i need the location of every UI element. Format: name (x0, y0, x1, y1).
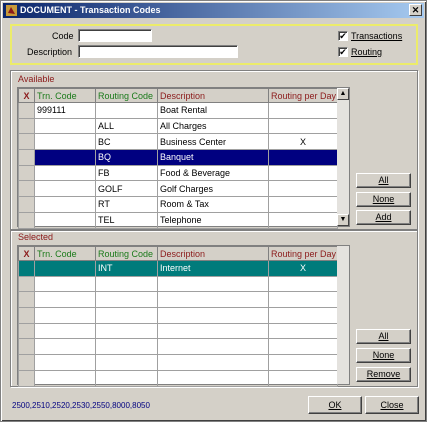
table-row[interactable]: GOLF Golf Charges (18, 180, 338, 198)
close-icon[interactable]: ✕ (409, 4, 422, 16)
table-row[interactable]: BC Business Center X (18, 133, 338, 151)
available-all-label: All (378, 175, 389, 185)
col-header-description[interactable]: Description (157, 88, 269, 103)
code-label: Code (52, 31, 74, 41)
col-header-x[interactable]: X (18, 88, 35, 103)
transactions-checkbox[interactable]: ✔ (338, 31, 348, 41)
remove-button[interactable]: Remove (356, 367, 411, 382)
arrow-up-icon[interactable]: ▲ (337, 88, 349, 100)
selected-scrollbar[interactable] (337, 246, 349, 384)
selected-none-label: None (372, 350, 395, 360)
col-header-routing-per-day[interactable]: Routing per Day (268, 246, 338, 261)
available-grid[interactable]: X Trn. Code Routing Code Description Rou… (17, 87, 350, 229)
available-none-label: None (372, 194, 395, 204)
table-row[interactable] (18, 354, 338, 371)
add-button[interactable]: Add (356, 210, 411, 225)
title-bar[interactable]: DOCUMENT - Transaction Codes ✕ (3, 3, 424, 18)
col-header-routing-per-day[interactable]: Routing per Day (268, 88, 338, 103)
table-row-selected[interactable]: INT Internet X (18, 260, 338, 277)
selected-none-button[interactable]: None (356, 348, 411, 363)
selected-all-label: All (378, 331, 389, 341)
table-row-selected[interactable]: BQ Banquet (18, 149, 338, 166)
col-header-x[interactable]: X (18, 246, 35, 261)
routing-label: Routing (351, 47, 383, 57)
available-none-button[interactable]: None (356, 192, 411, 207)
selected-label: Selected (18, 232, 54, 242)
col-header-description[interactable]: Description (157, 246, 269, 261)
selected-grid[interactable]: X Trn. Code Routing Code Description Rou… (17, 245, 350, 387)
close-button[interactable]: Close (365, 396, 419, 414)
table-row[interactable] (18, 275, 338, 293)
opera-app-icon (6, 5, 17, 16)
table-row[interactable] (18, 322, 338, 340)
col-header-trn-code[interactable]: Trn. Code (34, 88, 96, 103)
window-title: DOCUMENT - Transaction Codes (20, 5, 161, 15)
col-header-routing-code[interactable]: Routing Code (95, 246, 158, 261)
arrow-down-icon[interactable]: ▼ (337, 214, 349, 226)
transaction-codes-window: DOCUMENT - Transaction Codes ✕ Code Desc… (0, 0, 427, 422)
description-label: Description (27, 47, 73, 57)
ok-button[interactable]: OK (308, 396, 362, 414)
code-input[interactable] (78, 29, 152, 42)
description-input[interactable] (78, 45, 238, 58)
ok-label: OK (328, 400, 342, 410)
selected-all-button[interactable]: All (356, 329, 411, 344)
table-row[interactable]: FB Food & Beverage (18, 164, 338, 182)
table-row[interactable]: TEL Telephone (18, 211, 338, 229)
available-label: Available (18, 74, 55, 84)
table-row[interactable]: RT Room & Tax (18, 196, 338, 213)
col-header-trn-code[interactable]: Trn. Code (34, 246, 96, 261)
routing-checkbox[interactable]: ✔ (338, 47, 348, 57)
table-row[interactable]: 999111 Boat Rental (18, 102, 338, 119)
table-row[interactable] (18, 369, 338, 387)
available-all-button[interactable]: All (356, 173, 411, 188)
status-codes-text: 2500,2510,2520,2530,2550,8000,8050 (12, 401, 150, 410)
close-label: Close (380, 400, 404, 410)
table-row[interactable] (18, 291, 338, 309)
remove-label: Remove (366, 369, 401, 379)
available-scrollbar[interactable]: ▲ ▼ (337, 88, 349, 226)
col-header-routing-code[interactable]: Routing Code (95, 88, 158, 103)
table-row[interactable] (18, 338, 338, 356)
table-row[interactable] (18, 307, 338, 324)
transactions-label: Transactions (351, 31, 403, 41)
table-row[interactable]: ALL All Charges (18, 117, 338, 135)
add-label: Add (375, 212, 392, 222)
